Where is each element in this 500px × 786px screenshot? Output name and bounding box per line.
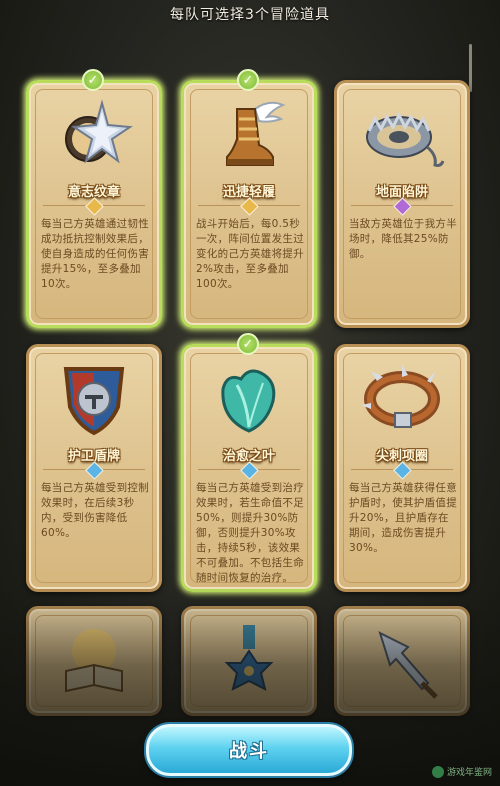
rarity-gem-icon	[393, 197, 412, 216]
rarity-gem-icon	[85, 197, 104, 216]
knight-shield-icon	[29, 355, 159, 443]
item-card-spiked-collar[interactable]: 尖刺项圈 每当己方英雄获得任意护盾时，使其护盾值提升20%，且护盾存在期间，造成…	[334, 344, 470, 592]
card-description: 每当己方英雄受到控制效果时，在后续3秒内，受到伤害降低60%。	[41, 482, 149, 539]
battle-button[interactable]: 战斗	[146, 724, 352, 776]
item-card-partial-3[interactable]	[334, 606, 470, 716]
spiked-collar-icon	[337, 355, 467, 443]
watermark: 游戏年鉴网	[431, 765, 492, 778]
card-description: 当敌方英雄位于我方半场时，降低其25%防御。	[349, 218, 457, 260]
item-card-will-crest[interactable]: ✓ 意志纹章 每当己方英雄通过韧性成功抵抗控制效果后，使自身造成的任何伤害提升1…	[26, 69, 162, 328]
cross-medal-icon	[184, 617, 314, 705]
winged-boot-icon	[184, 91, 314, 179]
scroll-indicator[interactable]	[469, 44, 472, 92]
crest-star-icon	[29, 91, 159, 179]
rarity-gem-icon	[240, 197, 259, 216]
rarity-gem-icon	[240, 461, 259, 480]
item-card-guardian-shield[interactable]: 护卫盾牌 每当己方英雄受到控制效果时，在后续3秒内，受到伤害降低60%。	[26, 344, 162, 592]
rarity-gem-icon	[85, 461, 104, 480]
card-description: 战斗开始后，每0.5秒一次，阵间位置发生过变化的己方英雄将提升2%攻击，至多叠加…	[196, 218, 304, 290]
spear-tip-icon	[337, 617, 467, 705]
glowing-book-icon	[29, 617, 159, 705]
healing-leaf-icon	[184, 355, 314, 443]
card-description: 每当己方英雄受到治疗效果时，若生命值不足50%，则提升30%防御，否则提升30%…	[196, 482, 304, 584]
item-card-partial-2[interactable]	[181, 606, 317, 716]
watermark-logo-icon	[431, 765, 444, 778]
rarity-gem-icon	[393, 461, 412, 480]
watermark-text: 游戏年鉴网	[446, 768, 492, 778]
battle-button-label: 战斗	[229, 741, 269, 762]
card-description: 每当己方英雄获得任意护盾时，使其护盾值提升20%，且护盾存在期间，造成伤害提升3…	[349, 482, 457, 554]
item-selection-screen: 每队可选择3个冒险道具 ✓ 意志纹章 每当己方英雄通过韧性成功抵抗控制效果后，使…	[0, 0, 500, 786]
item-card-swift-boots[interactable]: ✓ 迅捷轻履 战斗开始后，每0.5秒一次，阵间位置发生过变化的己方英雄将提升2%…	[181, 69, 317, 328]
selected-check-icon: ✓	[237, 333, 259, 355]
bear-trap-icon	[337, 91, 467, 179]
item-card-partial-1[interactable]	[26, 606, 162, 716]
item-card-ground-trap[interactable]: 地面陷阱 当敌方英雄位于我方半场时，降低其25%防御。	[334, 80, 470, 328]
card-description: 每当己方英雄通过韧性成功抵抗控制效果后，使自身造成的任何伤害提升15%，至多叠加…	[41, 218, 149, 290]
selected-check-icon: ✓	[237, 69, 259, 91]
selected-check-icon: ✓	[82, 69, 104, 91]
item-card-healing-leaf[interactable]: ✓ 治愈之叶 每当己方英雄受到治疗效果时，若生命值不足50%，则提升30%防御，…	[181, 333, 317, 592]
page-title: 每队可选择3个冒险道具	[170, 7, 330, 23]
